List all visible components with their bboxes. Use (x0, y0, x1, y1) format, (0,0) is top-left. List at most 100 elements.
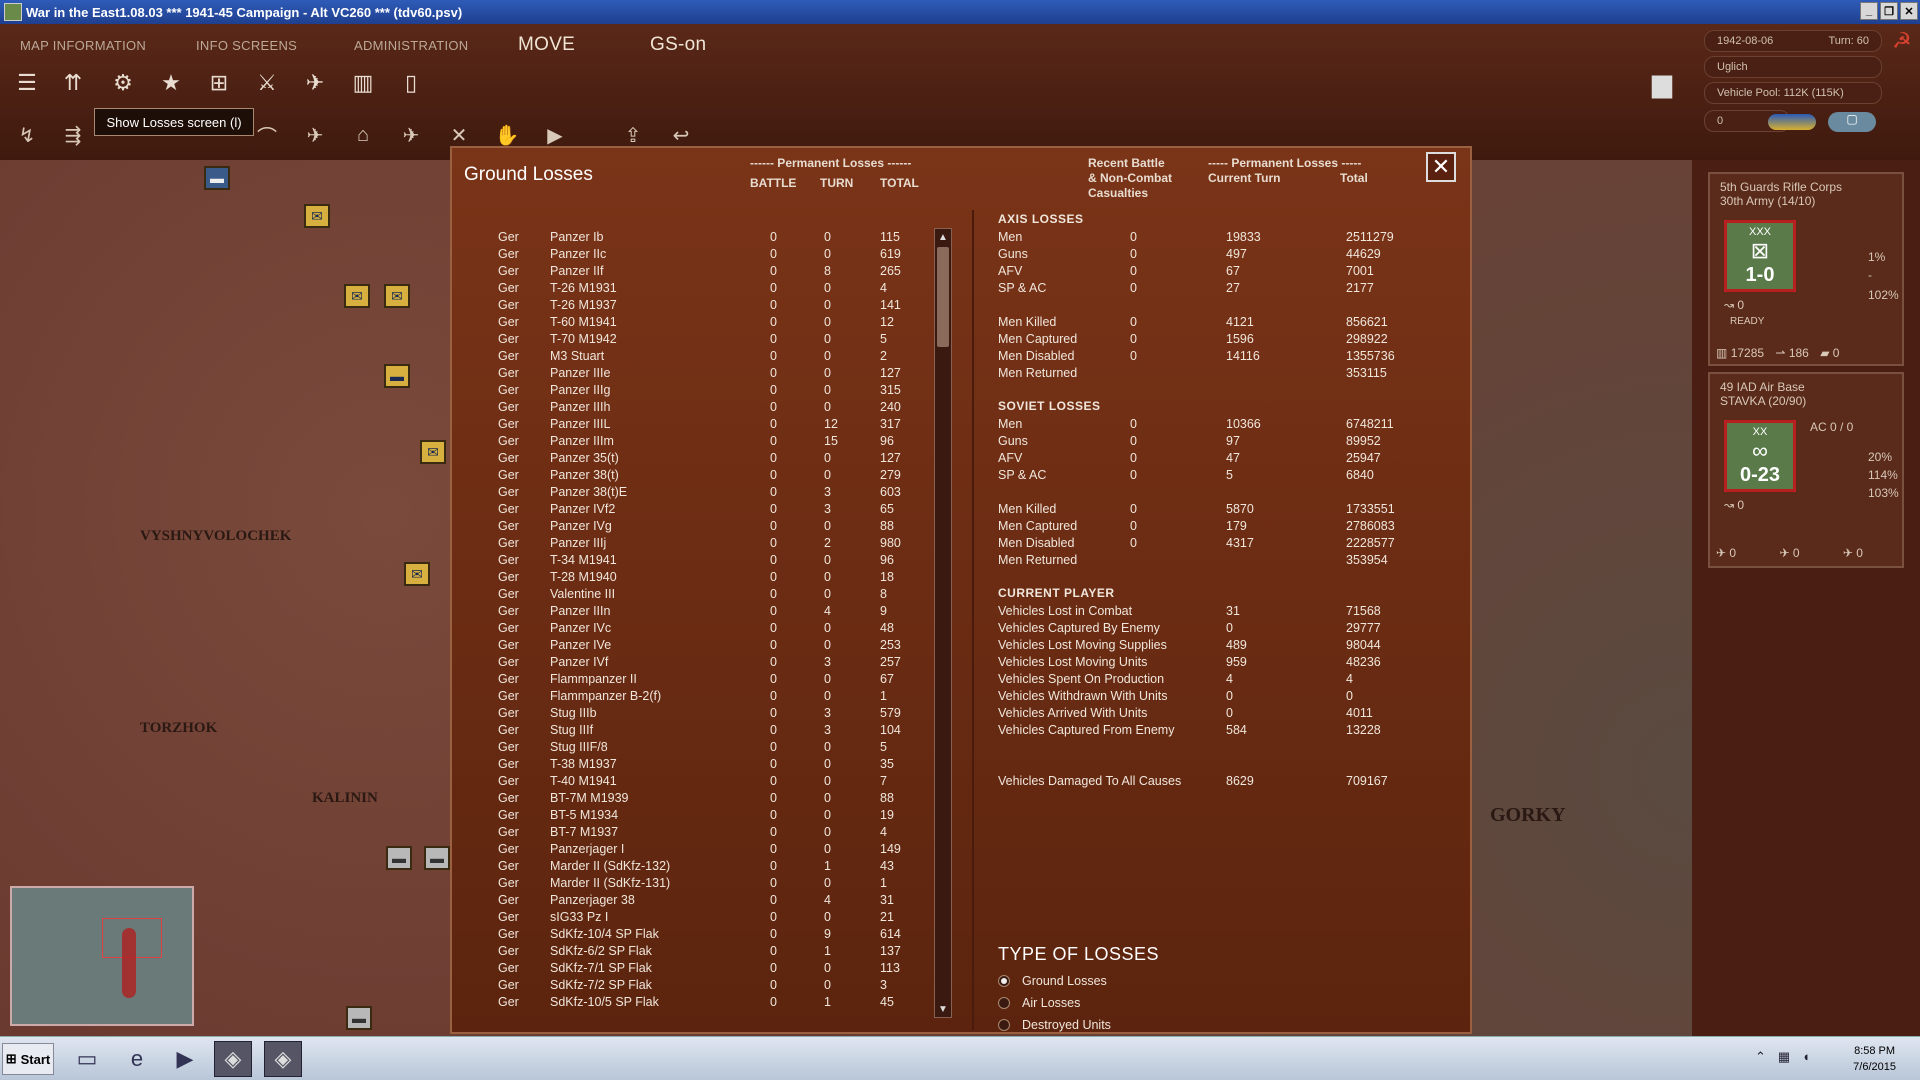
menu-info-screens[interactable]: INFO SCREENS (196, 32, 297, 58)
chevron-up-icon[interactable]: ⌃ (1755, 1049, 1766, 1065)
table-row[interactable]: Ger Panzer IVg 0 0 88 (452, 519, 932, 536)
browser-icon[interactable]: e (118, 1041, 156, 1077)
radio-button[interactable] (998, 975, 1010, 987)
table-row[interactable]: Ger Panzerjager I 0 0 149 (452, 842, 932, 859)
media-icon[interactable]: ▶ (166, 1041, 204, 1077)
scroll-thumb[interactable] (937, 247, 949, 347)
unit-card-rifle-corps[interactable]: 5th Guards Rifle Corps 30th Army (14/10)… (1708, 172, 1904, 366)
units-icon[interactable]: ⇈ (56, 66, 90, 100)
table-row[interactable]: Ger Panzer IIc 0 0 619 (452, 247, 932, 264)
table-row[interactable]: Ger Panzer IIIn 0 4 9 (452, 604, 932, 621)
table-row[interactable]: Ger Flammpanzer B-2(f) 0 0 1 (452, 689, 932, 706)
table-row[interactable]: Ger Panzer IIIL 0 12 317 (452, 417, 932, 434)
layers-icon[interactable]: ☰ (10, 66, 44, 100)
radio-option[interactable]: Air Losses (998, 993, 1159, 1013)
table-row[interactable]: Ger SdKfz-10/5 SP Flak 0 1 45 (452, 995, 932, 1012)
chart-icon[interactable]: ▆ (1652, 68, 1672, 99)
table-row[interactable]: Ger T-40 M1941 0 0 7 (452, 774, 932, 791)
unit-counter[interactable]: ▬ (346, 1006, 372, 1030)
fuel-icon[interactable]: ▯ (394, 66, 428, 100)
unit-counter[interactable]: ✉ (404, 562, 430, 586)
factory-icon[interactable]: ⌂ (346, 118, 380, 152)
menu-map-information[interactable]: MAP INFORMATION (20, 32, 146, 58)
table-row[interactable]: Ger Panzer IIIj 0 2 980 (452, 536, 932, 553)
table-row[interactable]: Ger T-26 M1931 0 0 4 (452, 281, 932, 298)
game-app-icon[interactable]: ◈ (264, 1041, 302, 1077)
table-row[interactable]: Ger SdKfz-7/1 SP Flak 0 0 113 (452, 961, 932, 978)
table-row[interactable]: Ger Panzer IIIm 0 15 96 (452, 434, 932, 451)
table-row[interactable]: Ger Panzer IIIh 0 0 240 (452, 400, 932, 417)
equipment-list[interactable]: Ger Panzer Ib 0 0 115 Ger Panzer IIc 0 0 619 Ger Pa… (452, 210, 952, 1034)
toggle-indicator-icon[interactable]: ▢ (1828, 112, 1876, 132)
table-row[interactable]: Ger Panzer IVf2 0 3 65 (452, 502, 932, 519)
scroll-down-icon[interactable]: ▼ (935, 1001, 951, 1017)
table-row[interactable]: Ger Panzer IVe 0 0 253 (452, 638, 932, 655)
table-row[interactable]: Ger SdKfz-7/2 SP Flak 0 0 3 (452, 978, 932, 995)
table-row[interactable]: Ger Panzer 35(t) 0 0 127 (452, 451, 932, 468)
table-row[interactable]: Ger Panzer 38(t)E 0 3 603 (452, 485, 932, 502)
rail-icon[interactable]: ⇶ (56, 118, 90, 152)
unit-counter[interactable]: ✉ (304, 204, 330, 228)
losses-icon[interactable]: ⊞ (202, 66, 236, 100)
table-row[interactable]: Ger SdKfz-10/4 SP Flak 0 9 614 (452, 927, 932, 944)
table-row[interactable]: Ger Panzerjager 38 0 4 31 (452, 893, 932, 910)
cursor-icon[interactable]: ⌒ (250, 118, 284, 152)
radio-option[interactable]: Ground Losses (998, 971, 1159, 991)
close-button[interactable]: ✕ (1426, 152, 1456, 182)
table-row[interactable]: Ger BT-5 M1934 0 0 19 (452, 808, 932, 825)
table-row[interactable]: Ger Valentine III 0 0 8 (452, 587, 932, 604)
table-row[interactable]: Ger Panzer 38(t) 0 0 279 (452, 468, 932, 485)
table-row[interactable]: Ger sIG33 Pz I 0 0 21 (452, 910, 932, 927)
unit-counter[interactable]: ✉ (384, 284, 410, 308)
table-row[interactable]: Ger Flammpanzer II 0 0 67 (452, 672, 932, 689)
star-icon[interactable]: ★ (154, 66, 188, 100)
table-row[interactable]: Ger T-26 M1937 0 0 141 (452, 298, 932, 315)
radio-button[interactable] (998, 997, 1010, 1009)
minimap[interactable] (10, 886, 194, 1026)
table-row[interactable]: Ger Marder II (SdKfz-131) 0 0 1 (452, 876, 932, 893)
unit-counter[interactable]: ▬ (386, 846, 412, 870)
unit-counter[interactable]: ▬ (204, 166, 230, 190)
combat-icon[interactable]: ⚔ (250, 66, 284, 100)
table-row[interactable]: Ger Panzer IIIe 0 0 127 (452, 366, 932, 383)
game-app-icon[interactable]: ◈ (214, 1041, 252, 1077)
gear-icon[interactable]: ⚙ (106, 66, 140, 100)
table-row[interactable]: Ger T-70 M1942 0 0 5 (452, 332, 932, 349)
plane-icon[interactable]: ✈ (298, 118, 332, 152)
table-row[interactable]: Ger BT-7 M1937 0 0 4 (452, 825, 932, 842)
mode-move[interactable]: MOVE (518, 32, 575, 58)
table-row[interactable]: Ger T-34 M1941 0 0 96 (452, 553, 932, 570)
equipment-scrollbar[interactable]: ▲ ▼ (934, 228, 952, 1018)
gs-toggle[interactable]: GS-on (650, 32, 706, 58)
unit-card-air-base[interactable]: 49 IAD Air Base STAVKA (20/90) XX ∞ 0-23… (1708, 372, 1904, 568)
table-row[interactable]: Ger Panzer Ib 0 0 115 (452, 230, 932, 247)
table-row[interactable]: Ger Panzer IVc 0 0 48 (452, 621, 932, 638)
radio-button[interactable] (998, 1019, 1010, 1031)
unit-counter[interactable]: ▬ (384, 364, 410, 388)
air-icon[interactable]: ✈ (298, 66, 332, 100)
table-row[interactable]: Ger Panzer IIIg 0 0 315 (452, 383, 932, 400)
table-row[interactable]: Ger Marder II (SdKfz-132) 0 1 43 (452, 859, 932, 876)
folder-icon[interactable]: ▭ (68, 1041, 106, 1077)
bomb-icon[interactable]: ✈ (394, 118, 428, 152)
menu-administration[interactable]: ADMINISTRATION (354, 32, 468, 58)
table-row[interactable]: Ger T-38 M1937 0 0 35 (452, 757, 932, 774)
table-row[interactable]: Ger SdKfz-6/2 SP Flak 0 1 137 (452, 944, 932, 961)
start-button[interactable]: ⊞ Start (2, 1043, 54, 1075)
table-row[interactable]: Ger Panzer IIf 0 8 265 (452, 264, 932, 281)
table-row[interactable]: Ger M3 Stuart 0 0 2 (452, 349, 932, 366)
table-row[interactable]: Ger BT-7M M1939 0 0 88 (452, 791, 932, 808)
table-row[interactable]: Ger Panzer IVf 0 3 257 (452, 655, 932, 672)
scroll-up-icon[interactable]: ▲ (935, 229, 951, 245)
table-row[interactable]: Ger T-60 M1941 0 0 12 (452, 315, 932, 332)
supply-icon[interactable]: ▥ (346, 66, 380, 100)
table-row[interactable]: Ger Stug IIIf 0 3 104 (452, 723, 932, 740)
radio-option[interactable]: Destroyed Units (998, 1015, 1159, 1035)
volume-icon[interactable]: ◖ (1802, 1049, 1810, 1065)
restore-button[interactable]: ❐ (1880, 2, 1898, 20)
move-icon[interactable]: ↯ (10, 118, 44, 152)
network-icon[interactable]: ▦ (1778, 1049, 1790, 1065)
table-row[interactable]: Ger T-28 M1940 0 0 18 (452, 570, 932, 587)
minimize-button[interactable]: _ (1860, 2, 1878, 20)
unit-counter[interactable]: ✉ (344, 284, 370, 308)
